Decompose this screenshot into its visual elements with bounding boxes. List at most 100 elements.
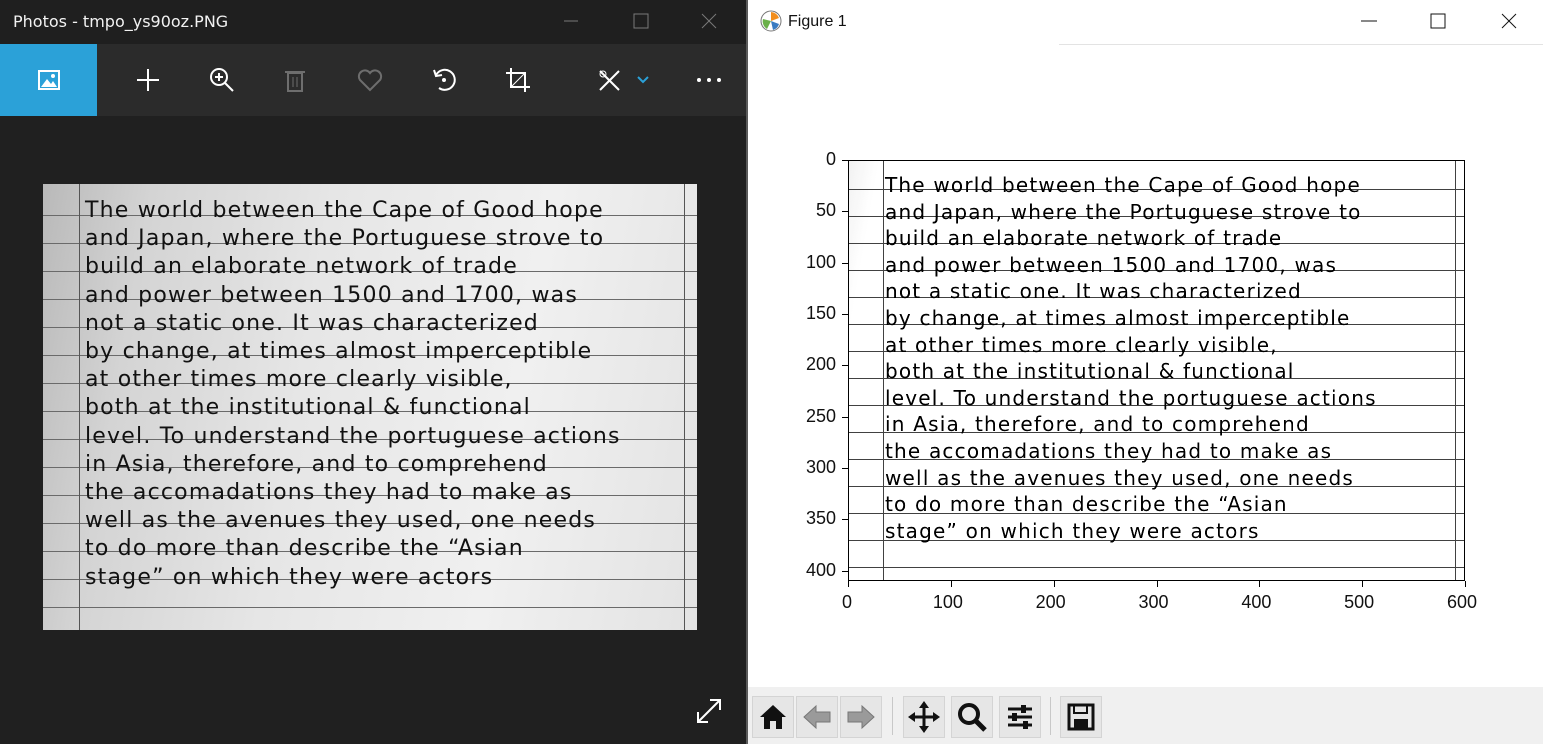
- save-icon: [1067, 703, 1095, 731]
- plot-text-line: by change, at times almost imperceptible: [885, 306, 1351, 330]
- y-tick-mark: [842, 570, 848, 572]
- x-tick-mark: [1465, 581, 1466, 587]
- close-icon: [1501, 13, 1517, 29]
- x-tick-label: 600: [1447, 592, 1478, 612]
- delete-icon: [285, 71, 305, 92]
- rotate-button[interactable]: [419, 44, 469, 116]
- forward-button[interactable]: [840, 696, 882, 738]
- image-view-icon: [37, 70, 60, 90]
- photo-viewer: The world between the Cape of Good hope a…: [0, 116, 746, 744]
- plot-area: The world between the Cape of Good hope a…: [848, 160, 1465, 581]
- y-tick-label: 0: [825, 149, 836, 169]
- photo-text-line: The world between the Cape of Good hope: [85, 198, 604, 223]
- crop-button[interactable]: [493, 44, 543, 116]
- photo-text-line: level. To understand the portuguese acti…: [85, 423, 621, 449]
- photo-text-line: the accomadations they had to make as: [85, 480, 573, 505]
- figure-title: Figure 1: [788, 13, 847, 30]
- back-button[interactable]: [796, 696, 838, 738]
- configure-subplots-icon: [1008, 705, 1032, 729]
- zoom-button[interactable]: [951, 696, 993, 738]
- view-image-button[interactable]: [0, 44, 97, 116]
- add-button[interactable]: [123, 44, 173, 116]
- zoom-in-icon: [210, 68, 234, 92]
- plot-text-line: the accomadations they had to make as: [885, 439, 1333, 463]
- photos-toolbar: [0, 44, 746, 116]
- photo-text-line: stage” on which they were actors: [85, 564, 494, 590]
- more-button[interactable]: [684, 44, 734, 116]
- y-tick-label: 350: [805, 508, 836, 529]
- maximize-button[interactable]: [626, 8, 656, 34]
- plot-text-line: both at the institutional & functional: [885, 359, 1295, 384]
- figure-close-button[interactable]: [1494, 8, 1524, 34]
- photo-text-line: and power between 1500 and 1700, was: [85, 282, 578, 308]
- x-tick-mark: [1053, 581, 1055, 587]
- y-tick-label: 200: [805, 354, 836, 375]
- figure-titlebar: Figure 1: [748, 0, 1543, 45]
- x-tick-mark: [1156, 581, 1158, 587]
- photo-text-line: not a static one. It was characterized: [85, 310, 539, 336]
- x-tick-mark: [950, 581, 952, 587]
- matplotlib-logo-icon: [760, 10, 782, 32]
- plot-text-line: well as the avenues they used, one needs: [885, 465, 1354, 490]
- window-title: Photos - tmpo_ys90oz.PNG: [13, 12, 229, 31]
- save-button[interactable]: [1060, 696, 1102, 738]
- expand-button[interactable]: [690, 692, 728, 730]
- x-tick-label: 500: [1344, 592, 1375, 612]
- pan-button[interactable]: [903, 696, 945, 738]
- home-button[interactable]: [752, 696, 794, 738]
- y-tick-mark: [842, 519, 848, 521]
- minimize-icon: [564, 20, 578, 22]
- y-tick-mark: [842, 160, 848, 161]
- matplotlib-navbar: [748, 687, 1543, 744]
- figure-maximize-button[interactable]: [1423, 8, 1453, 34]
- photos-titlebar: Photos - tmpo_ys90oz.PNG: [0, 0, 746, 44]
- figure-minimize-button[interactable]: [1353, 8, 1383, 34]
- photo-text-line: in Asia, therefore, and to comprehend: [85, 451, 548, 477]
- x-tick-mark: [1362, 581, 1364, 587]
- delete-button[interactable]: [270, 44, 320, 116]
- plot-text-line: and power between 1500 and 1700, was: [885, 252, 1338, 277]
- zoom-in-button[interactable]: [197, 44, 247, 116]
- handwritten-page-photo: The world between the Cape of Good hope a…: [43, 184, 697, 630]
- edit-create-dropdown[interactable]: [618, 44, 668, 116]
- x-tick-label: 200: [1035, 592, 1066, 612]
- x-tick-label: 400: [1241, 592, 1272, 612]
- photo-text-line: well as the avenues they used, one needs: [85, 508, 597, 534]
- plot-text-line: not a static one. It was characterized: [885, 279, 1302, 304]
- photo-text-line: build an elaborate network of trade: [85, 254, 518, 280]
- minimize-icon: [1361, 20, 1377, 22]
- plot-text-line: The world between the Cape of Good hope: [885, 173, 1361, 197]
- photo-text-line: by change, at times almost imperceptible: [85, 339, 593, 364]
- forward-icon: [847, 704, 875, 730]
- y-tick-mark: [842, 211, 848, 213]
- x-tick-label: 0: [842, 592, 853, 612]
- configure-subplots-button[interactable]: [999, 696, 1041, 738]
- photo-text-line: at other times more clearly visible,: [85, 367, 513, 393]
- crop-icon: [506, 68, 530, 92]
- photo-text-line: and Japan, where the Portuguese strove t…: [85, 226, 605, 252]
- home-icon: [760, 705, 786, 729]
- close-icon: [701, 13, 717, 29]
- pan-icon: [908, 701, 940, 733]
- y-tick-mark: [842, 416, 848, 418]
- back-icon: [803, 704, 831, 730]
- y-tick-label: 100: [805, 251, 836, 272]
- x-tick-mark: [848, 581, 849, 587]
- y-tick-mark: [842, 262, 848, 264]
- plot-text-line: and Japan, where the Portuguese strove t…: [885, 199, 1362, 224]
- y-tick-label: 150: [805, 303, 836, 324]
- x-tick-label: 300: [1138, 592, 1169, 612]
- y-tick-label: 250: [805, 405, 836, 426]
- favorite-icon: [357, 69, 383, 92]
- favorite-button[interactable]: [345, 44, 395, 116]
- minimize-button[interactable]: [556, 8, 586, 34]
- photos-window: Photos - tmpo_ys90oz.PNG The world betwe…: [0, 0, 746, 744]
- zoom-icon: [958, 703, 987, 732]
- y-tick-label: 50: [815, 200, 836, 221]
- figure-window: Figure 1 The world between the Cape of G…: [748, 0, 1543, 744]
- close-button[interactable]: [694, 8, 724, 34]
- plot-text-line: in Asia, therefore, and to comprehend: [885, 412, 1310, 437]
- y-tick-mark: [842, 314, 848, 316]
- plot-text-line: level. To understand the portuguese acti…: [885, 385, 1377, 410]
- y-tick-mark: [842, 365, 848, 367]
